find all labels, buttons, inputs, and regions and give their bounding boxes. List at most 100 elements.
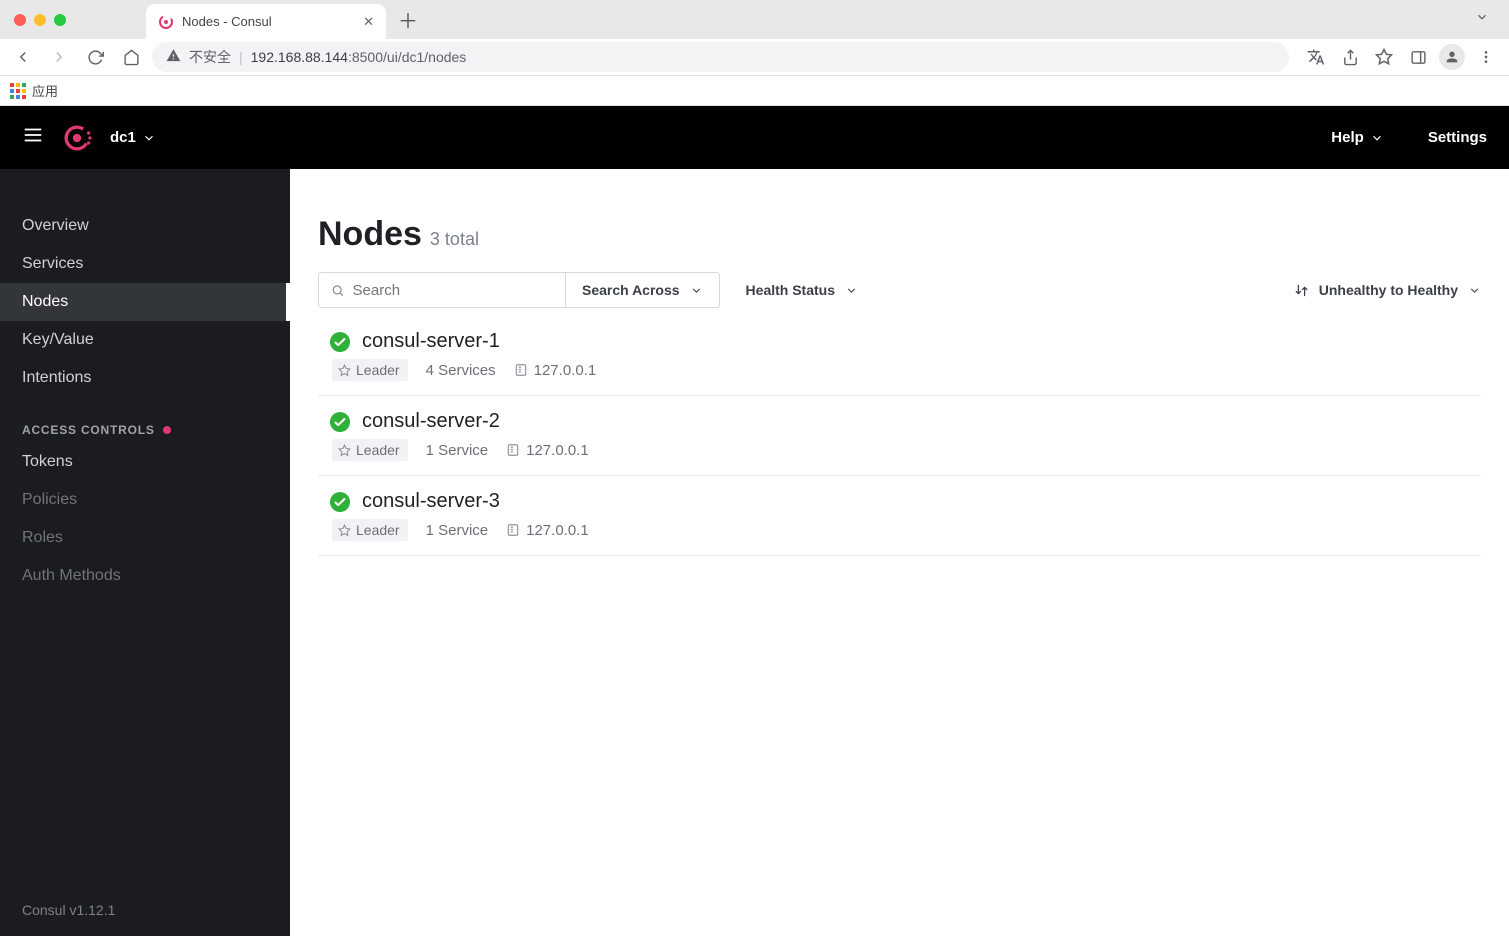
nav-forward-button[interactable]: [44, 42, 74, 72]
chevron-down-icon: [690, 284, 703, 297]
kebab-menu-icon[interactable]: [1471, 42, 1501, 72]
page-count: 3 total: [430, 229, 479, 250]
bookmarks-bar: 应用: [0, 76, 1509, 106]
node-address: 127.0.0.1: [506, 442, 589, 459]
filter-bar: Search Across Health Status Unhealthy to…: [318, 272, 1481, 308]
sidebar-section-label: ACCESS CONTROLS: [22, 423, 155, 437]
node-list: consul-server-1 Leader 4 Services 127.0.…: [318, 316, 1481, 556]
tabs-dropdown-icon[interactable]: [1475, 10, 1489, 29]
address-separator: |: [239, 49, 243, 65]
node-name: consul-server-1: [362, 330, 500, 353]
health-passing-icon: [330, 412, 350, 432]
sidebar-item-overview[interactable]: Overview: [0, 207, 290, 245]
address-bar[interactable]: 不安全 | 192.168.88.144:8500/ui/dc1/nodes: [152, 42, 1289, 72]
window-close-icon[interactable]: [14, 14, 26, 26]
url-host: 192.168.88.144: [251, 49, 348, 65]
help-menu[interactable]: Help: [1331, 129, 1384, 146]
node-services: 4 Services: [426, 362, 496, 379]
hamburger-menu-icon[interactable]: [22, 124, 44, 151]
url-port: :8500: [348, 49, 383, 65]
profile-avatar[interactable]: [1437, 42, 1467, 72]
browser-chrome: Nodes - Consul ✕ ＋ 不安全 | 192.168.88.14: [0, 0, 1509, 106]
leader-badge: Leader: [332, 359, 408, 381]
share-icon[interactable]: [1335, 42, 1365, 72]
consul-logo-icon[interactable]: [62, 123, 92, 153]
leader-badge: Leader: [332, 519, 408, 541]
search-input[interactable]: [353, 282, 553, 299]
star-icon: [338, 364, 351, 377]
chevron-down-icon: [142, 131, 156, 145]
consul-app: dc1 Help Settings Overview Services Node…: [0, 106, 1509, 936]
page-title-row: Nodes 3 total: [318, 215, 1481, 254]
network-icon: [506, 523, 520, 537]
chevron-down-icon: [1468, 284, 1481, 297]
favicon-icon: [158, 14, 174, 30]
search-wrap: Search Across: [318, 272, 720, 308]
sidebar-item-services[interactable]: Services: [0, 245, 290, 283]
node-address: 127.0.0.1: [506, 522, 589, 539]
settings-label: Settings: [1428, 129, 1487, 146]
help-label: Help: [1331, 129, 1364, 146]
sidebar-item-policies[interactable]: Policies: [0, 481, 290, 519]
url-path: /ui/dc1/nodes: [383, 49, 466, 65]
star-icon: [338, 524, 351, 537]
node-address: 127.0.0.1: [514, 362, 597, 379]
health-passing-icon: [330, 332, 350, 352]
tab-title: Nodes - Consul: [182, 14, 272, 29]
bookmark-apps-label[interactable]: 应用: [32, 81, 58, 100]
sidebar-item-roles[interactable]: Roles: [0, 519, 290, 557]
settings-link[interactable]: Settings: [1428, 129, 1487, 146]
node-name: consul-server-2: [362, 410, 500, 433]
browser-tabbar: Nodes - Consul ✕ ＋: [0, 0, 1509, 39]
search-across-label: Search Across: [582, 282, 680, 298]
search-across-dropdown[interactable]: Search Across: [565, 273, 719, 307]
window-zoom-icon[interactable]: [54, 14, 66, 26]
sidebar-version: Consul v1.12.1: [0, 884, 290, 936]
leader-badge: Leader: [332, 439, 408, 461]
network-icon: [506, 443, 520, 457]
health-status-label: Health Status: [746, 282, 835, 298]
sidebar: Overview Services Nodes Key/Value Intent…: [0, 169, 290, 936]
search-icon: [331, 283, 345, 298]
browser-toolbar: 不安全 | 192.168.88.144:8500/ui/dc1/nodes: [0, 39, 1509, 76]
translate-icon[interactable]: [1301, 42, 1331, 72]
main-content: Nodes 3 total Search Across Health Statu…: [290, 169, 1509, 936]
sort-label: Unhealthy to Healthy: [1319, 282, 1458, 298]
tab-close-icon[interactable]: ✕: [363, 14, 374, 30]
nav-back-button[interactable]: [8, 42, 38, 72]
chevron-down-icon: [845, 284, 858, 297]
sidebar-item-keyvalue[interactable]: Key/Value: [0, 321, 290, 359]
star-icon: [338, 444, 351, 457]
sort-icon: [1294, 283, 1309, 298]
sidebar-item-tokens[interactable]: Tokens: [0, 443, 290, 481]
apps-grid-icon[interactable]: [10, 83, 26, 99]
sort-dropdown[interactable]: Unhealthy to Healthy: [1294, 272, 1481, 308]
chevron-down-icon: [1370, 131, 1384, 145]
search-box[interactable]: [319, 273, 565, 307]
sidebar-item-authmethods[interactable]: Auth Methods: [0, 557, 290, 595]
status-dot-icon: [163, 426, 171, 434]
sidepanel-icon[interactable]: [1403, 42, 1433, 72]
node-row[interactable]: consul-server-2 Leader 1 Service 127.0.0…: [318, 396, 1481, 476]
bookmark-star-icon[interactable]: [1369, 42, 1399, 72]
node-services: 1 Service: [426, 522, 489, 539]
new-tab-button[interactable]: ＋: [398, 5, 418, 34]
datacenter-picker[interactable]: dc1: [110, 129, 156, 146]
nav-reload-button[interactable]: [80, 42, 110, 72]
sidebar-section-access: ACCESS CONTROLS: [0, 397, 290, 443]
insecure-icon: [166, 48, 181, 66]
sidebar-item-intentions[interactable]: Intentions: [0, 359, 290, 397]
health-status-filter[interactable]: Health Status: [746, 272, 858, 308]
sidebar-item-nodes[interactable]: Nodes: [0, 283, 290, 321]
nav-home-button[interactable]: [116, 42, 146, 72]
security-label: 不安全: [189, 47, 231, 67]
browser-tab[interactable]: Nodes - Consul ✕: [146, 4, 386, 39]
node-row[interactable]: consul-server-3 Leader 1 Service 127.0.0…: [318, 476, 1481, 556]
window-minimize-icon[interactable]: [34, 14, 46, 26]
datacenter-label: dc1: [110, 129, 136, 146]
node-row[interactable]: consul-server-1 Leader 4 Services 127.0.…: [318, 316, 1481, 396]
window-controls: [14, 14, 66, 26]
health-passing-icon: [330, 492, 350, 512]
node-services: 1 Service: [426, 442, 489, 459]
node-name: consul-server-3: [362, 490, 500, 513]
